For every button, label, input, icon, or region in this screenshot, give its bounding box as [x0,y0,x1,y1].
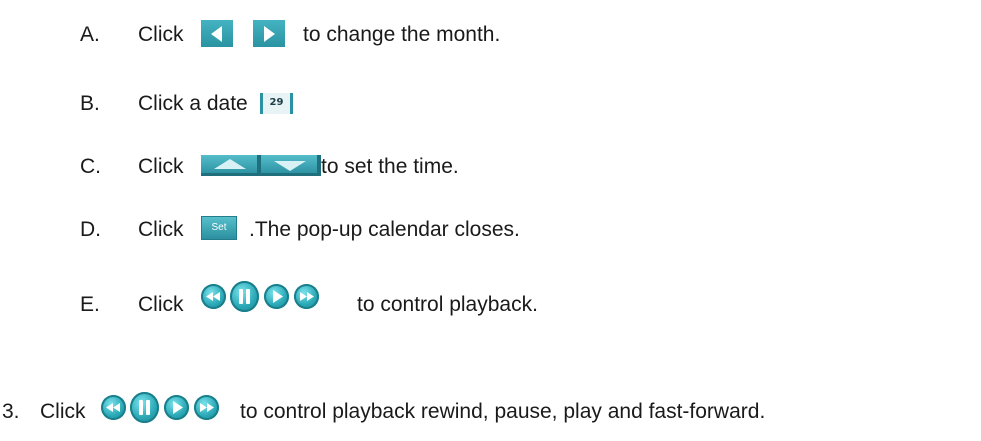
step-d: D. Click Set .The pop-up calendar closes… [0,216,981,248]
step-d-marker: D. [80,218,101,241]
step-e-text: to control playback. [357,293,538,316]
rewind-icon[interactable] [201,284,226,309]
step-d-click: Click [138,218,184,241]
item-3-click: Click [40,400,86,423]
play-icon[interactable] [164,395,189,420]
step-a-marker: A. [80,23,100,46]
arrow-right-icon[interactable] [253,20,285,47]
fast-forward-icon[interactable] [294,284,319,309]
step-c-text: to set the time. [321,155,459,178]
pause-icon[interactable] [230,281,259,312]
step-e-click: Click [138,293,184,316]
step-b-marker: B. [80,92,100,115]
step-c-marker: C. [80,155,101,178]
rewind-icon[interactable] [101,395,126,420]
step-a-text: to change the month. [303,23,501,46]
step-b: B. Click a date 29 [0,92,981,122]
step-a: A. Click to change the month. [0,20,981,53]
play-icon[interactable] [264,284,289,309]
set-button[interactable]: Set [201,216,237,240]
step-c: C. Click to set the time. [0,155,981,185]
step-e: E. Click to control playback. [0,281,981,320]
time-underline [201,173,321,176]
fast-forward-icon[interactable] [194,395,219,420]
step-c-click: Click [138,155,184,178]
pause-icon[interactable] [130,392,159,423]
date-29-chip[interactable]: 29 [260,93,293,114]
arrow-up-icon[interactable] [201,155,257,175]
step-b-text: Click a date [138,92,248,115]
step-a-click: Click [138,23,184,46]
item-3: 3. Click to control playback rewind, pau… [0,392,981,432]
item-3-text: to control playback rewind, pause, play … [240,400,766,423]
arrow-down-icon[interactable] [261,155,317,175]
step-d-text: .The pop-up calendar closes. [249,218,520,241]
step-e-marker: E. [80,293,100,316]
item-3-marker: 3. [2,400,20,423]
arrow-left-icon[interactable] [201,20,233,47]
